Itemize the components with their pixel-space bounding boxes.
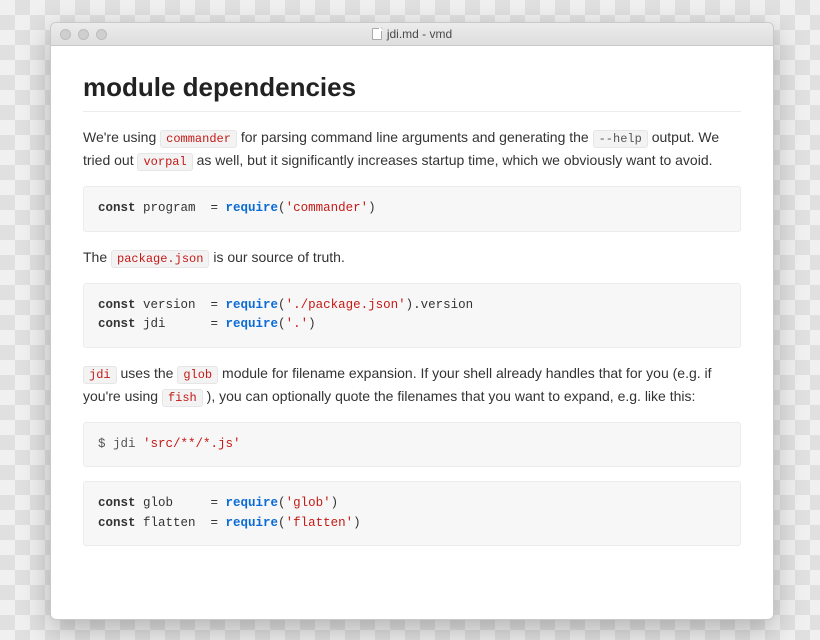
text: ), you can optionally quote the filename… [207,388,696,404]
string: 'flatten' [286,516,354,530]
punct: ( [278,317,286,331]
code-block-1: const program = require('commander') [83,186,741,231]
inline-code-package-json: package.json [111,250,209,268]
punct: ( [278,496,286,510]
text: as well, but it significantly increases … [197,152,713,168]
punct: ( [278,516,286,530]
window-title: jdi.md - vmd [51,27,773,41]
function: require [226,317,279,331]
punct: ( [278,201,286,215]
text: The [83,249,111,265]
text: version = [136,298,226,312]
code-block-3: $ jdi 'src/**/*.js' [83,422,741,467]
punct: ).version [406,298,474,312]
string: 'glob' [286,496,331,510]
close-button[interactable] [60,29,71,40]
text: for parsing command line arguments and g… [241,129,593,145]
string: './package.json' [286,298,406,312]
zoom-button[interactable] [96,29,107,40]
keyword: const [98,201,136,215]
page-title: module dependencies [83,72,741,112]
text: uses the [121,365,178,381]
string: 'commander' [286,201,369,215]
inline-code-commander: commander [160,130,237,148]
window-controls [51,29,107,40]
punct: ) [331,496,339,510]
text: We're using [83,129,160,145]
window-title-text: jdi.md - vmd [387,27,452,41]
titlebar[interactable]: jdi.md - vmd [51,23,773,46]
inline-code-fish: fish [162,389,203,407]
text: glob = [136,496,226,510]
text: program = [136,201,226,215]
document-content: module dependencies We're using commande… [51,46,773,580]
paragraph-1: We're using commander for parsing comman… [83,126,741,172]
inline-code-jdi: jdi [83,366,117,384]
punct: ) [308,317,316,331]
inline-code-help: --help [593,130,648,148]
minimize-button[interactable] [78,29,89,40]
keyword: const [98,317,136,331]
file-icon [372,28,382,40]
paragraph-3: jdi uses the glob module for filename ex… [83,362,741,408]
function: require [226,298,279,312]
function: require [226,201,279,215]
keyword: const [98,516,136,530]
punct: ) [353,516,361,530]
function: require [226,516,279,530]
string: '.' [286,317,309,331]
punct: ) [368,201,376,215]
app-window: jdi.md - vmd module dependencies We're u… [50,22,774,620]
prompt: $ jdi [98,437,143,451]
inline-code-glob: glob [177,366,218,384]
code-block-4: const glob = require('glob') const flatt… [83,481,741,546]
text: is our source of truth. [213,249,345,265]
inline-code-vorpal: vorpal [137,153,192,171]
keyword: const [98,496,136,510]
string: 'src/**/*.js' [143,437,241,451]
text: jdi = [136,317,226,331]
keyword: const [98,298,136,312]
text: flatten = [136,516,226,530]
code-block-2: const version = require('./package.json'… [83,283,741,348]
punct: ( [278,298,286,312]
paragraph-2: The package.json is our source of truth. [83,246,741,269]
function: require [226,496,279,510]
